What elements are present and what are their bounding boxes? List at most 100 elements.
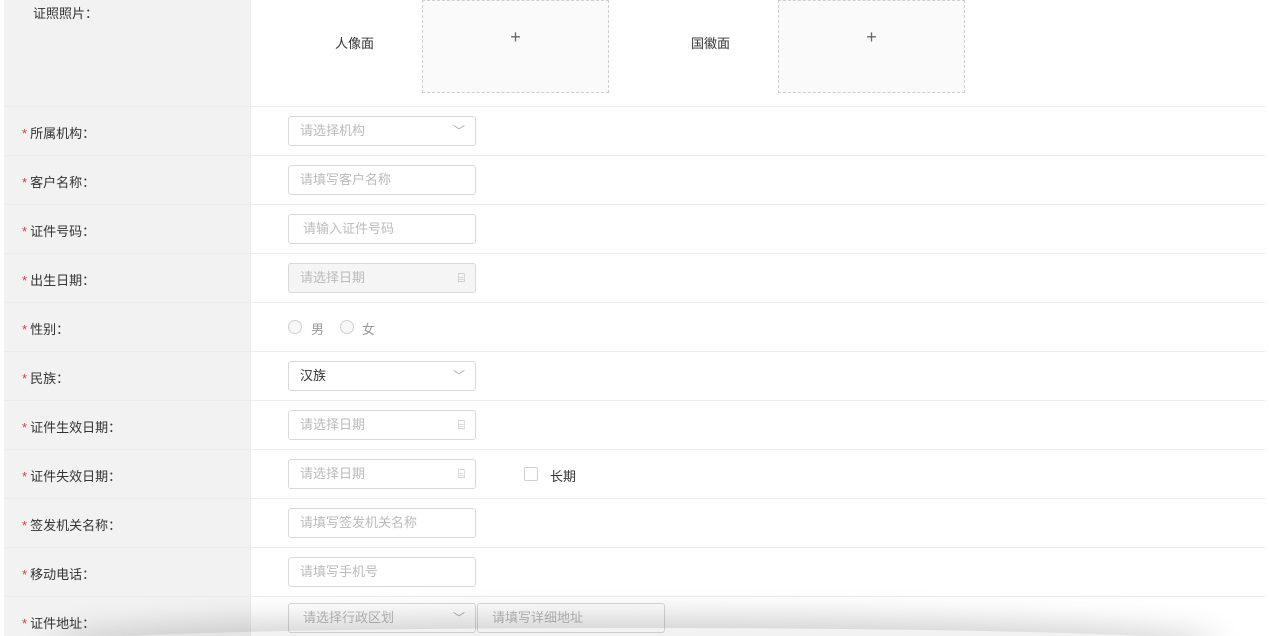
label-cell: * 证件地址：	[4, 597, 250, 636]
label-cell: * 民族：	[4, 352, 250, 400]
mobile-row: * 移动电话： 请填写手机号	[4, 548, 1265, 597]
value-cell: 请填写客户名称	[250, 156, 1265, 204]
valid-from-label-text: 证件生效日期：	[30, 420, 122, 435]
idno-placeholder: 请输入证件号码	[303, 221, 395, 236]
long-term-label: 长期	[550, 469, 577, 484]
ethnic-value: 汉族	[300, 368, 327, 383]
gender-row: * 性别： 男 女	[4, 303, 1265, 352]
female-radio[interactable]	[340, 320, 354, 334]
required-star: *	[22, 567, 28, 582]
name-label-text: 客户名称：	[30, 175, 96, 190]
label-cell: * 客户名称：	[4, 156, 250, 204]
issuer-row: * 签发机关名称： 请填写签发机关名称	[4, 499, 1265, 548]
plus-icon: +	[510, 27, 521, 47]
required-star: *	[22, 518, 28, 533]
name-row: * 客户名称： 请填写客户名称	[4, 156, 1265, 205]
valid-to-date-picker[interactable]: 请选择日期 ⌸	[288, 459, 476, 489]
value-cell: 请选择日期 ⌸	[250, 254, 1265, 302]
male-radio[interactable]	[288, 320, 302, 334]
name-placeholder: 请填写客户名称	[300, 172, 392, 187]
gender-label: * 性别：	[22, 319, 69, 338]
value-cell: 男 女	[250, 303, 1265, 351]
org-placeholder: 请选择机构	[300, 123, 366, 138]
back-upload-box[interactable]: +	[778, 0, 965, 93]
org-label-text: 所属机构：	[30, 126, 96, 141]
region-placeholder: 请选择行政区划	[303, 610, 395, 625]
required-star: *	[22, 420, 28, 435]
ethnic-label-text: 民族：	[30, 371, 70, 386]
male-label: 男	[311, 322, 325, 337]
customer-form: 证照照片： 人像面 + 国徽面 + * 所属机构： 请选择机构 ﹀ * 客户名称：	[4, 0, 1265, 636]
org-row: * 所属机构： 请选择机构 ﹀	[4, 107, 1265, 156]
value-cell: 人像面 + 国徽面 +	[250, 0, 1265, 106]
front-side-label: 人像面	[335, 36, 375, 51]
issuer-label-text: 签发机关名称：	[30, 518, 122, 533]
mobile-placeholder: 请填写手机号	[300, 564, 379, 579]
female-label: 女	[362, 322, 376, 337]
birth-label-text: 出生日期：	[30, 273, 96, 288]
back-side-label: 国徽面	[691, 36, 731, 51]
photo-row: 证照照片： 人像面 + 国徽面 +	[4, 0, 1265, 107]
label-cell: * 出生日期：	[4, 254, 250, 302]
ethnic-select[interactable]: 汉族 ﹀	[288, 361, 476, 391]
required-star: *	[22, 469, 28, 484]
valid-from-date-picker[interactable]: 请选择日期 ⌸	[288, 410, 476, 440]
required-star: *	[22, 126, 28, 141]
value-cell: 汉族 ﹀	[250, 352, 1265, 400]
label-cell: * 性别：	[4, 303, 250, 351]
valid-from-row: * 证件生效日期： 请选择日期 ⌸	[4, 401, 1265, 450]
mobile-label-text: 移动电话：	[30, 567, 96, 582]
value-cell: 请选择日期 ⌸	[250, 401, 1265, 449]
calendar-icon: ⌸	[457, 271, 465, 285]
chevron-down-icon: ﹀	[452, 369, 465, 383]
label-cell: * 签发机关名称：	[4, 499, 250, 547]
required-star: *	[22, 175, 28, 190]
valid-from-label: * 证件生效日期：	[22, 417, 121, 436]
calendar-icon: ⌸	[457, 418, 465, 432]
ethnic-label: * 民族：	[22, 368, 69, 387]
value-cell: 请选择机构 ﹀	[250, 107, 1265, 155]
org-label: * 所属机构：	[22, 123, 95, 142]
label-cell: * 移动电话：	[4, 548, 250, 596]
valid-to-label-text: 证件失效日期：	[30, 469, 122, 484]
valid-from-placeholder: 请选择日期	[300, 417, 366, 432]
label-cell: * 证件生效日期：	[4, 401, 250, 449]
ethnic-row: * 民族： 汉族 ﹀	[4, 352, 1265, 401]
long-term-checkbox[interactable]	[524, 467, 538, 481]
birth-placeholder: 请选择日期	[300, 270, 366, 285]
birth-label: * 出生日期：	[22, 270, 95, 289]
value-cell: 请输入证件号码	[250, 205, 1265, 253]
name-label: * 客户名称：	[22, 172, 95, 191]
org-select[interactable]: 请选择机构 ﹀	[288, 116, 476, 146]
required-star: *	[22, 371, 28, 386]
valid-to-row: * 证件失效日期： 请选择日期 ⌸ 长期	[4, 450, 1265, 499]
id-number-input[interactable]: 请输入证件号码	[288, 214, 476, 244]
front-upload-box[interactable]: +	[422, 0, 609, 93]
label-cell: * 所属机构：	[4, 107, 250, 155]
issuer-placeholder: 请填写签发机关名称	[300, 515, 418, 530]
valid-to-label: * 证件失效日期：	[22, 466, 121, 485]
label-cell: 证照照片：	[4, 0, 250, 106]
label-cell: * 证件号码：	[4, 205, 250, 253]
plus-icon: +	[866, 27, 877, 47]
required-star: *	[22, 224, 28, 239]
issuer-label: * 签发机关名称：	[22, 515, 121, 534]
calendar-icon: ⌸	[457, 467, 465, 481]
idno-row: * 证件号码： 请输入证件号码	[4, 205, 1265, 254]
address-label: * 证件地址：	[22, 613, 95, 632]
idno-label: * 证件号码：	[22, 221, 95, 240]
value-cell: 请填写签发机关名称	[250, 499, 1265, 547]
photo-label: 证照照片：	[33, 6, 99, 21]
birth-date-picker[interactable]: 请选择日期 ⌸	[288, 263, 476, 293]
mobile-input[interactable]: 请填写手机号	[288, 557, 476, 587]
chevron-down-icon: ﹀	[452, 124, 465, 138]
required-star: *	[22, 322, 28, 337]
mobile-label: * 移动电话：	[22, 564, 95, 583]
birth-row: * 出生日期： 请选择日期 ⌸	[4, 254, 1265, 303]
issuer-input[interactable]: 请填写签发机关名称	[288, 508, 476, 538]
valid-to-placeholder: 请选择日期	[300, 466, 366, 481]
customer-name-input[interactable]: 请填写客户名称	[288, 165, 476, 195]
gender-label-text: 性别：	[30, 322, 70, 337]
idno-label-text: 证件号码：	[30, 224, 96, 239]
required-star: *	[22, 273, 28, 288]
